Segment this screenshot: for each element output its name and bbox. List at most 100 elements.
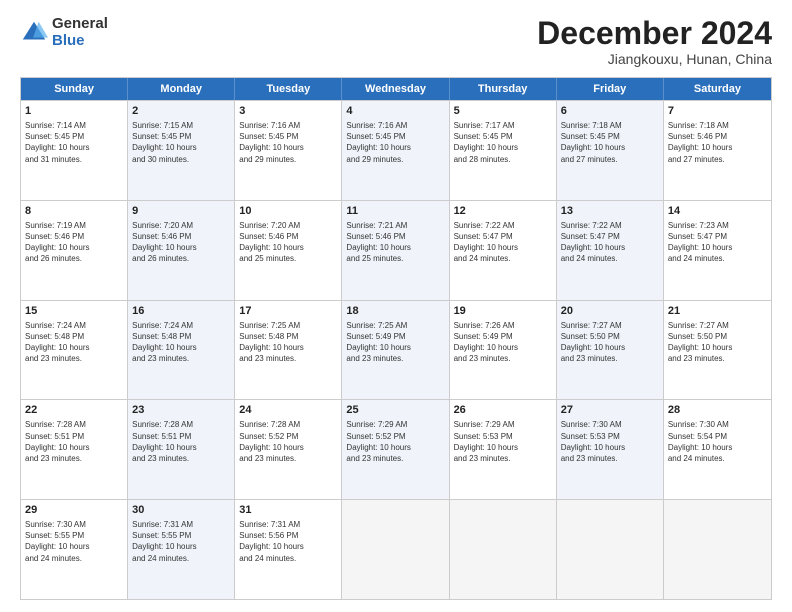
day-number: 23: [132, 403, 230, 418]
day-number: 19: [454, 304, 552, 319]
calendar-row: 8Sunrise: 7:19 AMSunset: 5:46 PMDaylight…: [21, 200, 771, 300]
day-number: 6: [561, 104, 659, 119]
logo-general: General: [52, 16, 108, 33]
weekday-header: Saturday: [664, 78, 771, 100]
day-number: 8: [25, 204, 123, 219]
day-number: 9: [132, 204, 230, 219]
day-cell: 16Sunrise: 7:24 AMSunset: 5:48 PMDayligh…: [128, 301, 235, 400]
day-cell: 9Sunrise: 7:20 AMSunset: 5:46 PMDaylight…: [128, 201, 235, 300]
day-info: Sunrise: 7:23 AMSunset: 5:47 PMDaylight:…: [668, 220, 767, 265]
day-number: 2: [132, 104, 230, 119]
day-info: Sunrise: 7:27 AMSunset: 5:50 PMDaylight:…: [561, 320, 659, 365]
day-info: Sunrise: 7:16 AMSunset: 5:45 PMDaylight:…: [346, 120, 444, 165]
day-info: Sunrise: 7:29 AMSunset: 5:52 PMDaylight:…: [346, 419, 444, 464]
weekday-header: Tuesday: [235, 78, 342, 100]
day-info: Sunrise: 7:29 AMSunset: 5:53 PMDaylight:…: [454, 419, 552, 464]
day-info: Sunrise: 7:25 AMSunset: 5:49 PMDaylight:…: [346, 320, 444, 365]
day-cell: 17Sunrise: 7:25 AMSunset: 5:48 PMDayligh…: [235, 301, 342, 400]
day-number: 7: [668, 104, 767, 119]
day-info: Sunrise: 7:31 AMSunset: 5:55 PMDaylight:…: [132, 519, 230, 564]
logo-icon: [20, 19, 48, 47]
day-number: 21: [668, 304, 767, 319]
header: General Blue December 2024 Jiangkouxu, H…: [20, 16, 772, 67]
day-cell: 23Sunrise: 7:28 AMSunset: 5:51 PMDayligh…: [128, 400, 235, 499]
month-title: December 2024: [537, 16, 772, 51]
weekday-header: Wednesday: [342, 78, 449, 100]
day-number: 3: [239, 104, 337, 119]
day-number: 4: [346, 104, 444, 119]
day-number: 14: [668, 204, 767, 219]
day-cell: 21Sunrise: 7:27 AMSunset: 5:50 PMDayligh…: [664, 301, 771, 400]
day-number: 15: [25, 304, 123, 319]
day-cell: 1Sunrise: 7:14 AMSunset: 5:45 PMDaylight…: [21, 101, 128, 200]
day-cell: 4Sunrise: 7:16 AMSunset: 5:45 PMDaylight…: [342, 101, 449, 200]
empty-cell: [342, 500, 449, 599]
day-number: 28: [668, 403, 767, 418]
day-info: Sunrise: 7:17 AMSunset: 5:45 PMDaylight:…: [454, 120, 552, 165]
day-info: Sunrise: 7:14 AMSunset: 5:45 PMDaylight:…: [25, 120, 123, 165]
day-info: Sunrise: 7:20 AMSunset: 5:46 PMDaylight:…: [239, 220, 337, 265]
empty-cell: [450, 500, 557, 599]
day-cell: 2Sunrise: 7:15 AMSunset: 5:45 PMDaylight…: [128, 101, 235, 200]
day-info: Sunrise: 7:19 AMSunset: 5:46 PMDaylight:…: [25, 220, 123, 265]
title-block: December 2024 Jiangkouxu, Hunan, China: [537, 16, 772, 67]
day-number: 5: [454, 104, 552, 119]
day-number: 17: [239, 304, 337, 319]
logo-blue: Blue: [52, 33, 108, 50]
logo: General Blue: [20, 16, 108, 49]
day-cell: 22Sunrise: 7:28 AMSunset: 5:51 PMDayligh…: [21, 400, 128, 499]
day-cell: 29Sunrise: 7:30 AMSunset: 5:55 PMDayligh…: [21, 500, 128, 599]
calendar-body: 1Sunrise: 7:14 AMSunset: 5:45 PMDaylight…: [21, 100, 771, 599]
day-info: Sunrise: 7:26 AMSunset: 5:49 PMDaylight:…: [454, 320, 552, 365]
day-info: Sunrise: 7:31 AMSunset: 5:56 PMDaylight:…: [239, 519, 337, 564]
day-info: Sunrise: 7:30 AMSunset: 5:55 PMDaylight:…: [25, 519, 123, 564]
day-info: Sunrise: 7:28 AMSunset: 5:51 PMDaylight:…: [25, 419, 123, 464]
day-info: Sunrise: 7:18 AMSunset: 5:46 PMDaylight:…: [668, 120, 767, 165]
day-number: 26: [454, 403, 552, 418]
day-info: Sunrise: 7:24 AMSunset: 5:48 PMDaylight:…: [25, 320, 123, 365]
day-number: 20: [561, 304, 659, 319]
day-cell: 10Sunrise: 7:20 AMSunset: 5:46 PMDayligh…: [235, 201, 342, 300]
weekday-header: Thursday: [450, 78, 557, 100]
day-number: 18: [346, 304, 444, 319]
day-cell: 11Sunrise: 7:21 AMSunset: 5:46 PMDayligh…: [342, 201, 449, 300]
weekday-header: Monday: [128, 78, 235, 100]
empty-cell: [664, 500, 771, 599]
day-info: Sunrise: 7:28 AMSunset: 5:52 PMDaylight:…: [239, 419, 337, 464]
calendar-row: 1Sunrise: 7:14 AMSunset: 5:45 PMDaylight…: [21, 100, 771, 200]
day-info: Sunrise: 7:18 AMSunset: 5:45 PMDaylight:…: [561, 120, 659, 165]
day-info: Sunrise: 7:30 AMSunset: 5:53 PMDaylight:…: [561, 419, 659, 464]
day-cell: 28Sunrise: 7:30 AMSunset: 5:54 PMDayligh…: [664, 400, 771, 499]
day-cell: 26Sunrise: 7:29 AMSunset: 5:53 PMDayligh…: [450, 400, 557, 499]
calendar-row: 29Sunrise: 7:30 AMSunset: 5:55 PMDayligh…: [21, 499, 771, 599]
day-number: 16: [132, 304, 230, 319]
weekday-header: Sunday: [21, 78, 128, 100]
day-cell: 24Sunrise: 7:28 AMSunset: 5:52 PMDayligh…: [235, 400, 342, 499]
empty-cell: [557, 500, 664, 599]
day-number: 12: [454, 204, 552, 219]
day-cell: 15Sunrise: 7:24 AMSunset: 5:48 PMDayligh…: [21, 301, 128, 400]
day-cell: 12Sunrise: 7:22 AMSunset: 5:47 PMDayligh…: [450, 201, 557, 300]
day-cell: 3Sunrise: 7:16 AMSunset: 5:45 PMDaylight…: [235, 101, 342, 200]
calendar-header: SundayMondayTuesdayWednesdayThursdayFrid…: [21, 78, 771, 100]
day-cell: 8Sunrise: 7:19 AMSunset: 5:46 PMDaylight…: [21, 201, 128, 300]
day-info: Sunrise: 7:20 AMSunset: 5:46 PMDaylight:…: [132, 220, 230, 265]
day-cell: 5Sunrise: 7:17 AMSunset: 5:45 PMDaylight…: [450, 101, 557, 200]
day-cell: 25Sunrise: 7:29 AMSunset: 5:52 PMDayligh…: [342, 400, 449, 499]
day-cell: 7Sunrise: 7:18 AMSunset: 5:46 PMDaylight…: [664, 101, 771, 200]
day-cell: 30Sunrise: 7:31 AMSunset: 5:55 PMDayligh…: [128, 500, 235, 599]
day-number: 29: [25, 503, 123, 518]
day-info: Sunrise: 7:22 AMSunset: 5:47 PMDaylight:…: [454, 220, 552, 265]
day-cell: 13Sunrise: 7:22 AMSunset: 5:47 PMDayligh…: [557, 201, 664, 300]
day-info: Sunrise: 7:22 AMSunset: 5:47 PMDaylight:…: [561, 220, 659, 265]
day-number: 30: [132, 503, 230, 518]
day-cell: 27Sunrise: 7:30 AMSunset: 5:53 PMDayligh…: [557, 400, 664, 499]
day-number: 31: [239, 503, 337, 518]
day-info: Sunrise: 7:28 AMSunset: 5:51 PMDaylight:…: [132, 419, 230, 464]
calendar: SundayMondayTuesdayWednesdayThursdayFrid…: [20, 77, 772, 600]
day-number: 24: [239, 403, 337, 418]
day-cell: 6Sunrise: 7:18 AMSunset: 5:45 PMDaylight…: [557, 101, 664, 200]
page: General Blue December 2024 Jiangkouxu, H…: [0, 0, 792, 612]
day-number: 27: [561, 403, 659, 418]
day-cell: 14Sunrise: 7:23 AMSunset: 5:47 PMDayligh…: [664, 201, 771, 300]
